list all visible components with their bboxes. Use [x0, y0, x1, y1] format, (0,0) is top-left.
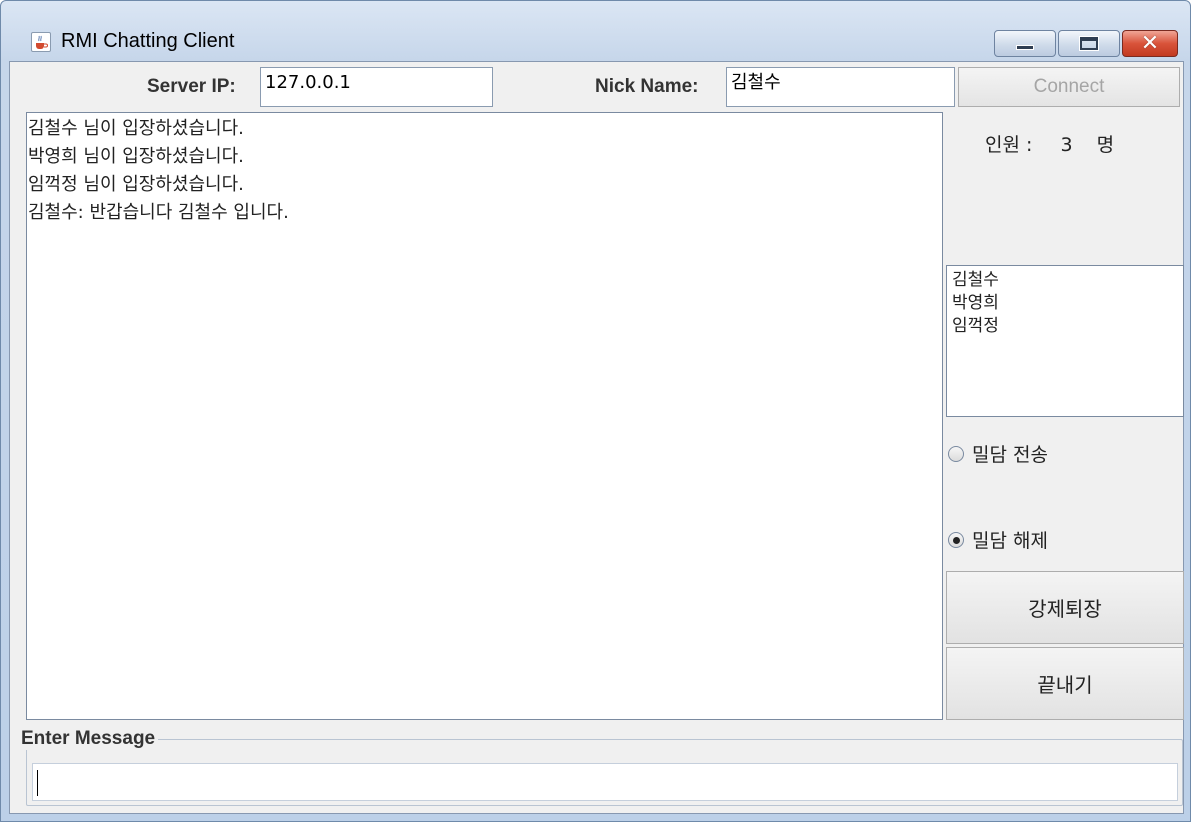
whisper-send-label: 밀담 전송	[972, 444, 1048, 466]
maximize-icon	[1079, 36, 1099, 51]
server-ip-label: Server IP:	[147, 76, 236, 97]
connect-button[interactable]: Connect	[958, 67, 1180, 107]
user-list[interactable]: 김철수 박영희 임꺽정	[946, 265, 1184, 417]
message-input[interactable]	[32, 763, 1178, 801]
minimize-icon	[1016, 45, 1034, 50]
minimize-button[interactable]	[994, 30, 1056, 57]
client-area: Server IP: 127.0.0.1 Nick Name: 김철수 Conn…	[9, 61, 1184, 814]
kick-button[interactable]: 강제퇴장	[946, 571, 1184, 644]
text-caret	[37, 770, 38, 796]
list-item[interactable]: 임꺽정	[952, 315, 1178, 338]
member-count-unit: 명	[1096, 134, 1115, 156]
chat-message: 김철수 님이 입장하셨습니다.	[28, 118, 244, 139]
chat-message: 김철수: 반갑습니다 김철수 입니다.	[28, 202, 289, 223]
chat-log[interactable]: 김철수 님이 입장하셨습니다. 박영희 님이 입장하셨습니다. 임꺽정 님이 입…	[26, 112, 943, 720]
maximize-button[interactable]	[1058, 30, 1120, 57]
member-count: 인원 : 3 명	[985, 130, 1114, 157]
chat-message: 임꺽정 님이 입장하셨습니다.	[28, 174, 244, 195]
exit-button[interactable]: 끝내기	[946, 647, 1184, 720]
window-title: RMI Chatting Client	[61, 30, 235, 52]
whisper-release-radio[interactable]: 밀담 해제	[948, 526, 1048, 553]
list-item[interactable]: 김철수	[952, 269, 1178, 292]
close-button[interactable]: ✕	[1122, 30, 1178, 57]
radio-unchecked-icon	[948, 445, 964, 462]
title-bar[interactable]: RMI Chatting Client ✕	[1, 1, 1190, 61]
close-icon: ✕	[1140, 30, 1160, 56]
server-ip-input[interactable]: 127.0.0.1	[260, 67, 493, 107]
whisper-release-label: 밀담 해제	[972, 530, 1048, 552]
list-item[interactable]: 박영희	[952, 292, 1178, 315]
nickname-input[interactable]: 김철수	[726, 67, 955, 107]
nickname-label: Nick Name:	[595, 76, 699, 97]
radio-checked-icon	[948, 531, 964, 548]
java-cup-icon	[31, 32, 51, 52]
chat-message: 박영희 님이 입장하셨습니다.	[28, 146, 244, 167]
member-count-value: 3	[1060, 134, 1073, 156]
whisper-send-radio[interactable]: 밀담 전송	[948, 440, 1048, 467]
member-count-label: 인원 :	[985, 134, 1033, 156]
message-legend: Enter Message	[18, 728, 159, 750]
app-window: RMI Chatting Client ✕ Server IP: 127.0.0…	[0, 0, 1191, 822]
